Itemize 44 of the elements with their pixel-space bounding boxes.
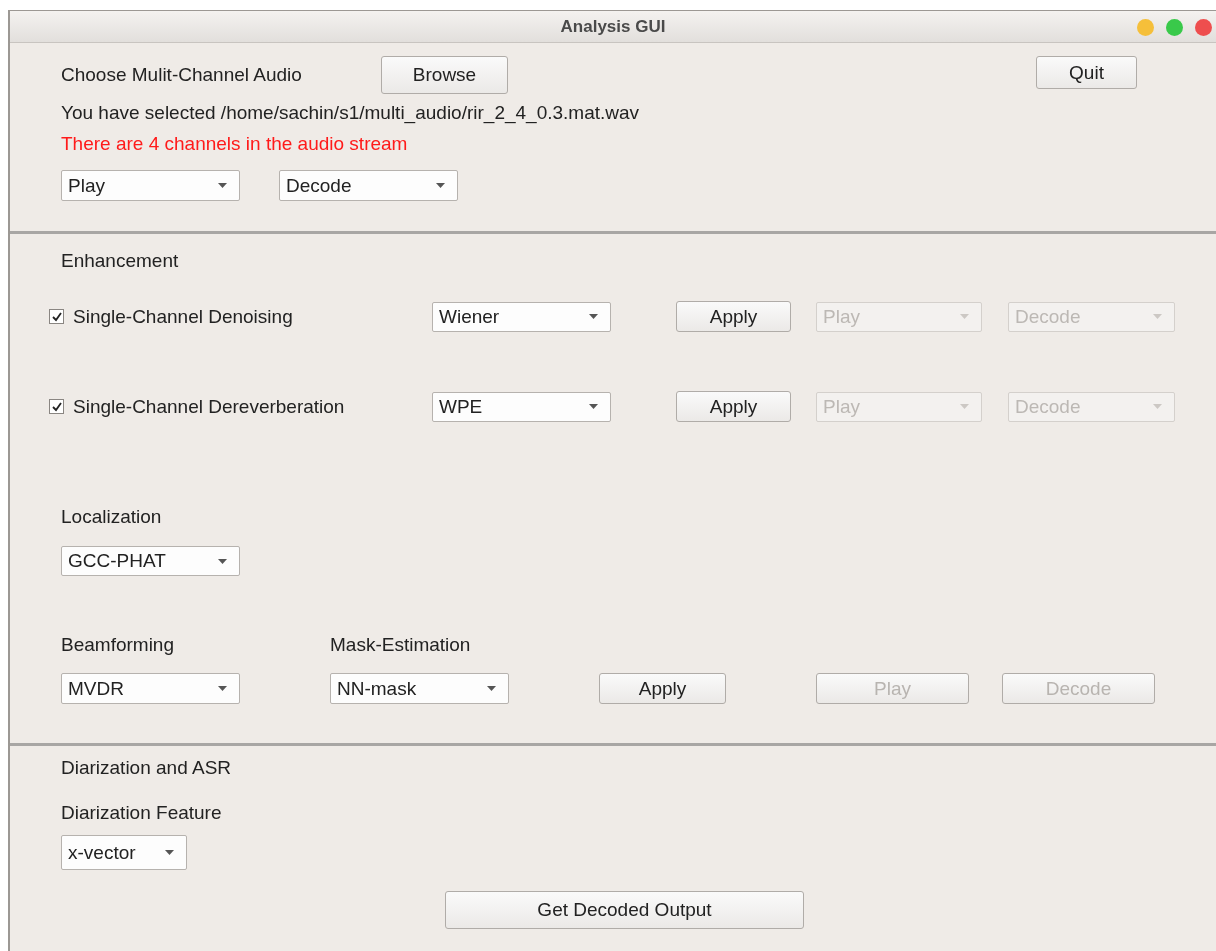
button[interactable]: Get Decoded Output — [445, 891, 804, 929]
maximize-button[interactable] — [1166, 19, 1183, 36]
caret-icon — [960, 314, 969, 319]
section-title: Beamforming — [61, 633, 175, 657]
close-button[interactable] — [1195, 19, 1212, 36]
button[interactable]: Apply — [676, 301, 791, 332]
choose-audio-label: Choose Mulit-Channel Audio — [61, 63, 303, 87]
section-title: Diarization and ASR — [61, 756, 233, 780]
section-title: Localization — [61, 505, 163, 529]
caret-icon — [165, 850, 174, 855]
option-label: Single-Channel Dereverberation — [73, 394, 345, 419]
caret-icon — [960, 404, 969, 409]
caret-icon — [436, 183, 445, 188]
dropdown[interactable]: WPE — [432, 391, 611, 422]
caret-icon — [1153, 404, 1162, 409]
caret-icon — [218, 686, 227, 691]
caret-icon — [487, 686, 496, 691]
feature-label: Diarization Feature — [61, 801, 223, 825]
channel-count-message: There are 4 channels in the audio stream — [61, 132, 409, 156]
button[interactable]: Apply — [599, 673, 726, 704]
checkbox[interactable] — [49, 399, 64, 414]
caret-icon — [589, 314, 598, 319]
dropdown[interactable]: Wiener — [432, 301, 611, 332]
window-title: Analysis GUI — [560, 16, 666, 37]
selected-file-text: You have selected /home/sachin/s1/multi_audio/rir_2_4_0.3.mat.wav — [61, 101, 641, 126]
dropdown[interactable]: Decode — [279, 170, 458, 201]
quit-button[interactable]: Quit — [1036, 56, 1137, 89]
check-icon — [51, 401, 62, 412]
caret-icon — [1153, 314, 1162, 319]
check-icon — [51, 311, 62, 322]
dropdown[interactable]: x-vector — [61, 835, 187, 870]
browse-button[interactable]: Browse — [381, 56, 508, 94]
section-title: Mask-Estimation — [330, 633, 471, 657]
option-label: Single-Channel Denoising — [73, 304, 293, 329]
section-title: Enhancement — [61, 249, 180, 273]
caret-icon — [218, 558, 227, 564]
dropdown[interactable]: MVDR — [61, 673, 240, 704]
dropdown[interactable]: Play — [61, 170, 240, 201]
button[interactable]: Apply — [676, 391, 791, 422]
caret-icon — [218, 183, 227, 188]
dropdown[interactable]: GCC-PHAT — [61, 546, 240, 576]
dropdown[interactable]: NN-mask — [330, 673, 509, 704]
checkbox[interactable] — [49, 309, 64, 324]
caret-icon — [589, 404, 598, 409]
